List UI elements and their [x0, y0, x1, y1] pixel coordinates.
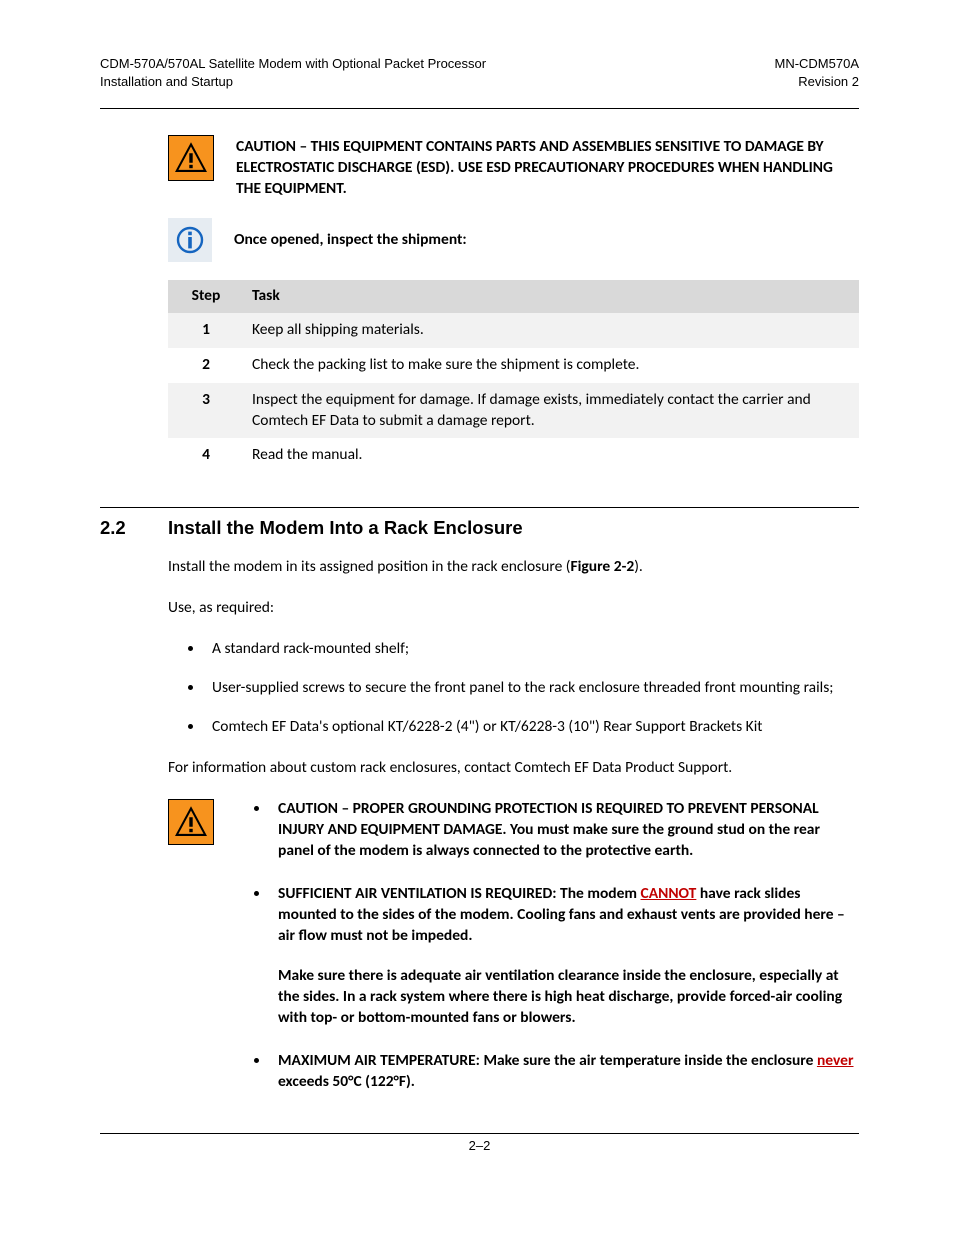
- rack-caution-callout: CAUTION – PROPER GROUNDING PROTECTION IS…: [168, 799, 859, 1093]
- header-left-line1: CDM-570A/570AL Satellite Modem with Opti…: [100, 55, 486, 73]
- list-item: Comtech EF Data's optional KT/6228-2 (4"…: [204, 717, 859, 738]
- step-task: Inspect the equipment for damage. If dam…: [244, 383, 859, 439]
- section-title: Install the Modem Into a Rack Enclosure: [168, 516, 523, 541]
- step-num: 3: [168, 383, 244, 439]
- inspect-intro-text: Once opened, inspect the shipment:: [234, 218, 467, 251]
- table-row: 4 Read the manual.: [168, 438, 859, 473]
- steps-table: Step Task 1 Keep all shipping materials.…: [168, 280, 859, 474]
- header-right-line1: MN-CDM570A: [774, 55, 859, 73]
- col-task: Task: [244, 280, 859, 313]
- step-task: Keep all shipping materials.: [244, 313, 859, 348]
- header-right: MN-CDM570A Revision 2: [774, 55, 859, 90]
- step-num: 1: [168, 313, 244, 348]
- esd-caution-text: CAUTION – THIS EQUIPMENT CONTAINS PARTS …: [236, 135, 859, 200]
- table-row: 3 Inspect the equipment for damage. If d…: [168, 383, 859, 439]
- caution-item-ventilation: SUFFICIENT AIR VENTILATION IS REQUIRED: …: [270, 884, 859, 1030]
- page-footer: 2–2: [100, 1133, 859, 1155]
- table-row: 1 Keep all shipping materials.: [168, 313, 859, 348]
- inspect-callout: Once opened, inspect the shipment:: [168, 218, 859, 262]
- list-item: A standard rack-mounted shelf;: [204, 639, 859, 660]
- step-task: Check the packing list to make sure the …: [244, 348, 859, 383]
- never-emphasis: never: [817, 1051, 854, 1070]
- custom-rack-info: For information about custom rack enclos…: [168, 758, 859, 779]
- cannot-emphasis: CANNOT: [641, 884, 697, 903]
- install-intro: Install the modem in its assigned positi…: [168, 557, 859, 578]
- header-left: CDM-570A/570AL Satellite Modem with Opti…: [100, 55, 486, 90]
- section-heading: 2.2 Install the Modem Into a Rack Enclos…: [100, 516, 859, 541]
- step-task: Read the manual.: [244, 438, 859, 473]
- step-num: 4: [168, 438, 244, 473]
- ventilation-para2: Make sure there is adequate air ventilat…: [278, 966, 859, 1029]
- col-step: Step: [168, 280, 244, 313]
- section-number: 2.2: [100, 516, 168, 541]
- caution-item-temperature: MAXIMUM AIR TEMPERATURE: Make sure the a…: [270, 1051, 859, 1093]
- caution-item-grounding: CAUTION – PROPER GROUNDING PROTECTION IS…: [270, 799, 859, 862]
- warning-icon: [168, 135, 214, 181]
- use-list: A standard rack-mounted shelf; User-supp…: [180, 639, 859, 738]
- step-num: 2: [168, 348, 244, 383]
- page-header: CDM-570A/570AL Satellite Modem with Opti…: [100, 55, 859, 109]
- list-item: User-supplied screws to secure the front…: [204, 678, 859, 699]
- header-right-line2: Revision 2: [774, 73, 859, 91]
- figure-ref: Figure 2-2: [571, 557, 635, 576]
- caution-bullet-list: CAUTION – PROPER GROUNDING PROTECTION IS…: [224, 799, 859, 1093]
- warning-icon: [168, 799, 214, 845]
- table-row: 2 Check the packing list to make sure th…: [168, 348, 859, 383]
- esd-caution-callout: CAUTION – THIS EQUIPMENT CONTAINS PARTS …: [168, 135, 859, 200]
- header-left-line2: Installation and Startup: [100, 73, 486, 91]
- use-required: Use, as required:: [168, 598, 859, 619]
- section-divider: [100, 507, 859, 508]
- info-icon: [168, 218, 212, 262]
